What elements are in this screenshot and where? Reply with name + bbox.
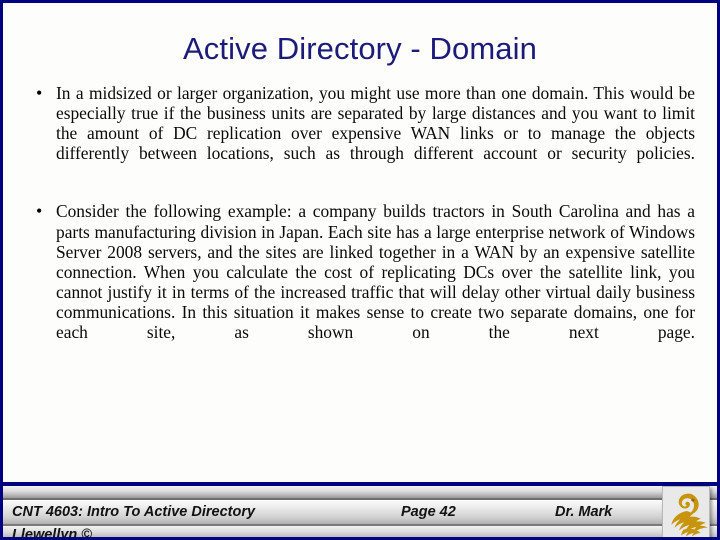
footer-band-bottom [3,526,717,537]
footer-primary-line: CNT 4603: Intro To Active Directory Page… [3,501,717,523]
bullet-item: • In a midsized or larger organization, … [30,83,695,183]
footer-course-label: CNT 4603: Intro To Active Directory [12,504,256,520]
slide-body: • In a midsized or larger organization, … [30,83,695,479]
ucf-pegasus-logo [662,486,710,537]
slide-title: Active Directory - Domain [183,31,537,66]
footer-author-continued: Llewellyn © [12,527,92,540]
footer-author-label: Dr. Mark [555,504,613,520]
bullet-point-icon: • [36,201,43,222]
slide: Active Directory - Domain • In a midsize… [0,0,720,540]
footer-page-number: Page 42 [401,504,456,520]
bullet-text: In a midsized or larger organization, yo… [56,83,695,164]
bullet-item: • Consider the following example: a comp… [30,201,695,362]
footer-band-top [3,486,717,498]
slide-footer: CNT 4603: Intro To Active Directory Page… [3,482,717,537]
bullet-point-icon: • [36,83,43,103]
bullet-text: Consider the following example: a compan… [56,201,695,343]
